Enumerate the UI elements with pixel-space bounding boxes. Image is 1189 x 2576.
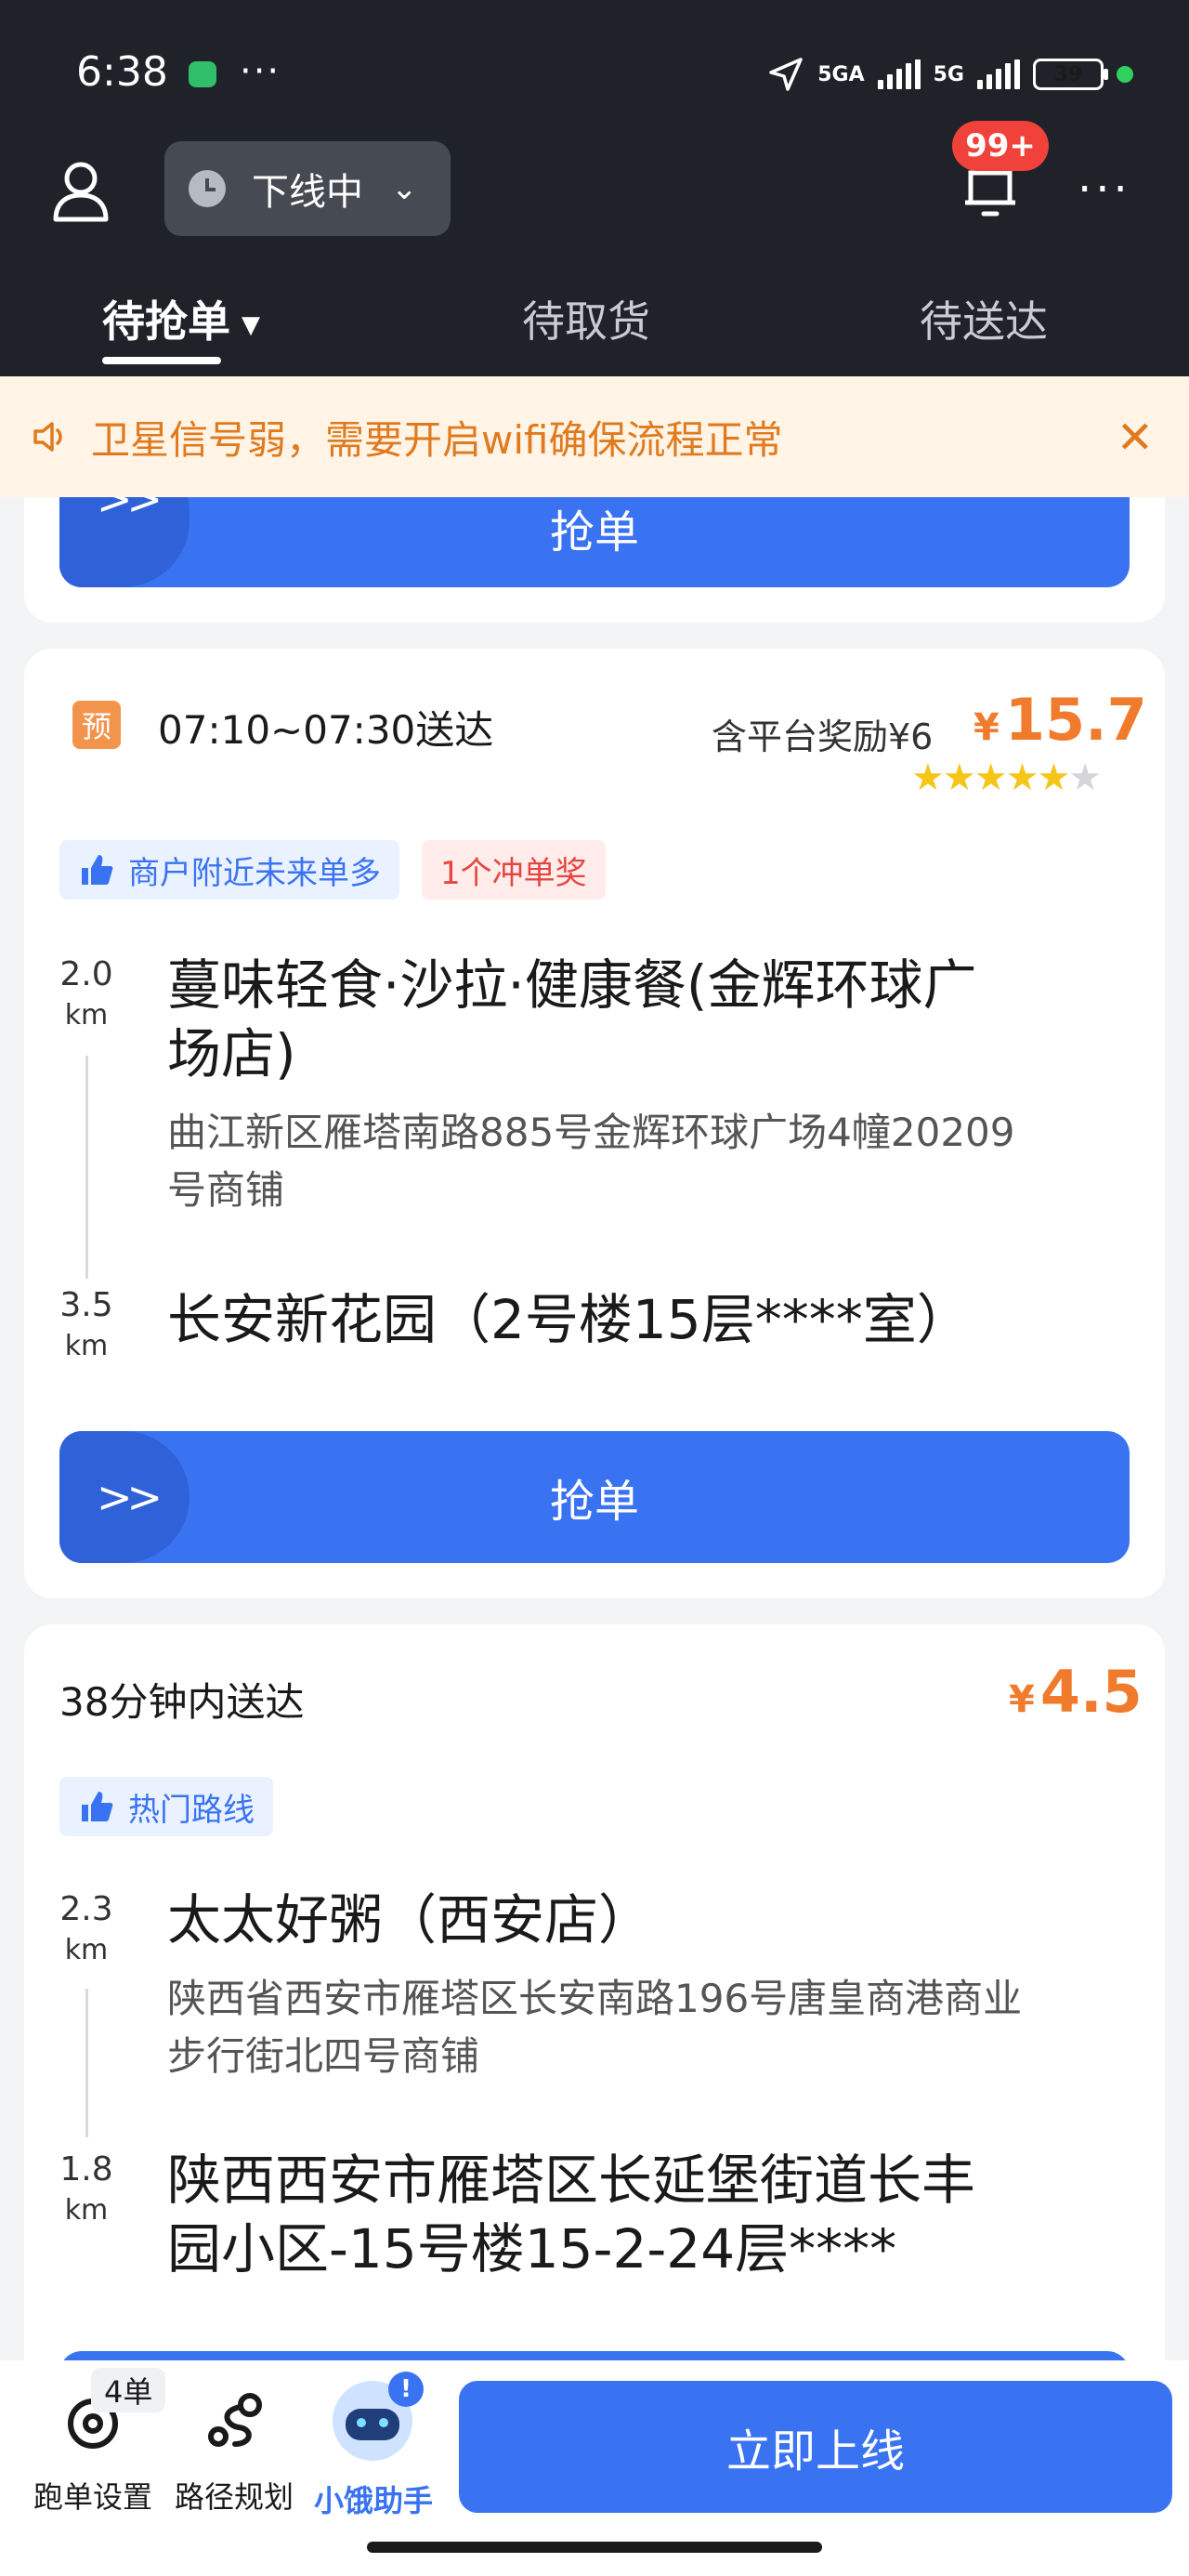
battery-icon: 39 <box>1033 59 1108 90</box>
pickup-name: 太太好粥（西安店） <box>167 1888 653 1952</box>
thumbs-up-icon <box>82 1792 113 1821</box>
pickup-address-line1: 陕西省西安市雁塔区长安南路196号唐皇商港商业 <box>167 1976 1023 2021</box>
speaker-icon <box>33 422 62 452</box>
more-menu-icon[interactable]: ··· <box>1078 164 1131 216</box>
status-time: 6:38 <box>76 48 168 96</box>
route-icon <box>208 2393 262 2447</box>
location-arrow-icon <box>769 58 803 91</box>
go-online-button[interactable]: 立即上线 <box>459 2381 1172 2513</box>
order-price: ¥4.5 <box>1009 1658 1143 1726</box>
pickup-distance: 2.0 km <box>59 955 113 1032</box>
delivery-window: 38分钟内送达 <box>59 1679 305 1725</box>
pickup-distance: 2.3 km <box>59 1890 113 1966</box>
grab-order-label: 抢单 <box>549 1476 639 1528</box>
grab-order-button[interactable]: >> 抢单 <box>59 1431 1130 1563</box>
work-status-label: 下线中 <box>252 171 363 214</box>
work-status-dropdown[interactable]: 下线中 ⌄ <box>164 141 451 236</box>
order-card: 预 07:10~07:30送达 含平台奖励¥6 ¥15.7 ★★★★★★ 商户附… <box>24 649 1165 1598</box>
signal-label-2: 5G <box>933 62 964 86</box>
dropoff-distance: 1.8 km <box>59 2150 113 2227</box>
route-planning-label: 路径规划 <box>174 2479 294 2515</box>
signal-bars-icon <box>877 59 921 89</box>
order-settings-label: 跑单设置 <box>33 2479 152 2515</box>
battery-level: 39 <box>1053 62 1083 86</box>
robot-assistant-icon: ! <box>333 2372 424 2461</box>
tab-pending-grab[interactable]: 待抢单 ▼ <box>102 288 260 349</box>
pickup-name-line1: 蔓味轻食·沙拉·健康餐(金辉环球广 <box>167 953 977 1017</box>
active-tab-indicator <box>102 357 221 364</box>
chevron-down-icon: ⌄ <box>391 170 418 207</box>
pickup-name-line2: 场店) <box>167 1022 296 1085</box>
tag-rush-bonus: 1个冲单奖 <box>422 840 606 900</box>
tab-pending-pickup[interactable]: 待取货 <box>522 288 650 349</box>
top-header: 6:38 ··· 5GA 5G 39 下线中 ⌄ 99+ ··· 待抢单 ▼ 待取… <box>0 0 1189 376</box>
status-right: 5GA 5G 39 <box>767 56 1133 93</box>
merchant-rating-stars: ★★★★★★ <box>911 756 1102 799</box>
reservation-tag: 预 <box>72 701 121 749</box>
dropoff-name: 长安新花园（2号楼15层****室） <box>167 1288 971 1351</box>
order-card: 38分钟内送达 ¥4.5 热门路线 2.3 km 太太好粥（西安店） 陕西省西安市… <box>24 1624 1165 2386</box>
tab-pending-delivery[interactable]: 待送达 <box>920 288 1048 349</box>
order-count-badge: 4单 <box>91 2368 166 2412</box>
message-app-icon <box>189 61 216 87</box>
clock-icon <box>189 170 226 207</box>
route-planning-button[interactable]: 路径规划 <box>160 2388 308 2517</box>
notification-badge: 99+ <box>952 121 1049 171</box>
caret-down-icon: ▼ <box>242 310 260 339</box>
route-line <box>85 1989 88 2137</box>
user-profile-icon[interactable] <box>48 158 113 223</box>
route-line <box>85 1056 88 1279</box>
dropoff-distance: 3.5 km <box>59 1286 113 1362</box>
assistant-label: 小饿助手 <box>313 2483 433 2518</box>
grab-order-label: 抢单 <box>549 506 639 559</box>
dropoff-name-line2: 园小区-15号楼15-2-24层**** <box>167 2217 897 2280</box>
signal-label-1: 5GA <box>817 62 865 86</box>
status-bar: 6:38 ··· 5GA 5G 39 <box>0 0 1189 139</box>
home-indicator[interactable] <box>367 2542 822 2553</box>
double-chevron-right-icon: >> <box>97 1472 163 1522</box>
signal-bars-icon-2 <box>977 59 1020 89</box>
privacy-indicator-icon <box>1117 66 1133 83</box>
assistant-alert-badge: ! <box>388 2372 424 2407</box>
platform-bonus: 含平台奖励¥6 <box>712 716 934 757</box>
thumbs-up-icon <box>82 855 113 885</box>
notice-text: 卫星信号弱，需要开启wifi确保流程正常 <box>91 416 783 463</box>
delivery-window: 07:10~07:30送达 <box>158 707 494 753</box>
more-notifications-icon: ··· <box>240 50 281 93</box>
close-notice-icon[interactable]: ✕ <box>1117 415 1154 460</box>
pickup-address-line2: 步行街北四号商铺 <box>167 2033 480 2079</box>
pickup-address-line2: 号商铺 <box>167 1167 285 1213</box>
dropoff-name-line1: 陕西西安市雁塔区长延堡街道长丰 <box>167 2149 976 2212</box>
tag-hot-merchant: 商户附近未来单多 <box>59 840 399 900</box>
pickup-address-line1: 曲江新区雁塔南路885号金辉环球广场4幢20209 <box>167 1110 1015 1155</box>
tag-popular-route: 热门路线 <box>59 1777 273 1836</box>
order-tabs: 待抢单 ▼ 待取货 待送达 <box>0 279 1189 372</box>
order-price: ¥15.7 <box>973 686 1147 754</box>
weak-signal-notice: 卫星信号弱，需要开启wifi确保流程正常 ✕ <box>0 376 1189 497</box>
